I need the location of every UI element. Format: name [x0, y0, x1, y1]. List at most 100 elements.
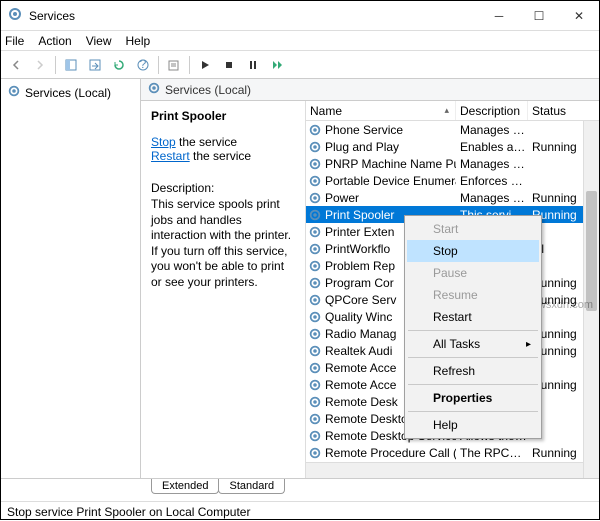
pane-header-label: Services (Local) — [165, 83, 251, 97]
gear-icon — [308, 344, 322, 358]
service-name-cell: PNRP Machine Name Publi... — [306, 157, 456, 171]
forward-button[interactable] — [29, 54, 51, 76]
show-hide-button[interactable] — [60, 54, 82, 76]
description-label: Description: — [151, 181, 295, 195]
gear-icon — [308, 412, 322, 426]
export-button[interactable] — [84, 54, 106, 76]
gear-icon — [147, 81, 161, 98]
service-name: Realtek Audi — [325, 344, 392, 358]
context-all-tasks[interactable]: All Tasks▸ — [407, 333, 539, 355]
column-description[interactable]: Description — [456, 101, 528, 120]
context-help[interactable]: Help — [407, 414, 539, 436]
service-name: PrintWorkflo — [325, 242, 390, 256]
tab-strip: Extended Standard — [1, 479, 599, 501]
context-refresh[interactable]: Refresh — [407, 360, 539, 382]
menu-action[interactable]: Action — [38, 34, 71, 48]
service-name: Remote Acce — [325, 361, 396, 375]
service-name-cell: Remote Procedure Call (RPC) — [306, 446, 456, 460]
gear-icon — [308, 242, 322, 256]
gear-icon — [308, 276, 322, 290]
service-name: Quality Winc — [325, 310, 392, 324]
service-name: Phone Service — [325, 123, 403, 137]
tree-item-label: Services (Local) — [25, 86, 111, 100]
service-name: PNRP Machine Name Publi... — [325, 157, 456, 171]
restart-service-line: Restart the service — [151, 149, 295, 163]
detail-title: Print Spooler — [151, 109, 295, 123]
gear-icon — [308, 174, 322, 188]
service-name: Remote Acce — [325, 378, 396, 392]
column-name[interactable]: Name▴ — [306, 101, 456, 120]
svg-text:?: ? — [140, 58, 147, 71]
restart-service-button[interactable] — [266, 54, 288, 76]
start-service-button[interactable] — [194, 54, 216, 76]
menu-view[interactable]: View — [86, 34, 112, 48]
gear-icon — [308, 361, 322, 375]
gear-icon — [308, 310, 322, 324]
service-row[interactable]: Remote Procedure Call (RPC)The RPCSS ...… — [306, 444, 599, 461]
titlebar: Services ─ ☐ ✕ — [1, 1, 599, 31]
service-desc: Enforces gr... — [456, 174, 528, 188]
service-name: Radio Manag — [325, 327, 396, 341]
column-status[interactable]: Status — [528, 101, 583, 120]
gear-icon — [308, 225, 322, 239]
service-desc: Manages p... — [456, 191, 528, 205]
gear-icon — [308, 191, 322, 205]
context-start: Start — [407, 218, 539, 240]
service-desc: Enables a c... — [456, 140, 528, 154]
context-properties[interactable]: Properties — [407, 387, 539, 409]
tab-extended[interactable]: Extended — [151, 479, 219, 494]
window-buttons: ─ ☐ ✕ — [479, 1, 599, 31]
description-text: This service spools print jobs and handl… — [151, 197, 295, 291]
service-name: Printer Exten — [325, 225, 394, 239]
statusbar: Stop service Print Spooler on Local Comp… — [1, 501, 599, 521]
service-row[interactable]: Power Manages p...Running — [306, 189, 599, 206]
service-name-cell: Portable Device Enumerator... — [306, 174, 456, 188]
minimize-button[interactable]: ─ — [479, 1, 519, 31]
gear-icon — [308, 123, 322, 137]
maximize-button[interactable]: ☐ — [519, 1, 559, 31]
menu-file[interactable]: File — [5, 34, 24, 48]
detail-pane: Print Spooler Stop the service Restart t… — [141, 101, 306, 478]
gear-icon — [308, 378, 322, 392]
back-button[interactable] — [5, 54, 27, 76]
service-name: Remote Procedure Call (RPC) — [325, 446, 456, 460]
stop-service-button[interactable] — [218, 54, 240, 76]
window-title: Services — [29, 9, 75, 23]
gear-icon — [7, 6, 23, 25]
help-button[interactable]: ? — [132, 54, 154, 76]
stop-link[interactable]: Stop — [151, 135, 176, 149]
tab-standard[interactable]: Standard — [218, 479, 285, 494]
service-desc: The RPCSS ... — [456, 446, 528, 460]
context-restart[interactable]: Restart — [407, 306, 539, 328]
service-name-cell: Plug and Play — [306, 140, 456, 154]
pause-service-button[interactable] — [242, 54, 264, 76]
restart-link[interactable]: Restart — [151, 149, 190, 163]
context-menu: Start Stop Pause Resume Restart All Task… — [404, 215, 542, 439]
list-header: Name▴ Description Status — [306, 101, 599, 121]
horizontal-scrollbar[interactable] — [306, 462, 583, 478]
stop-service-line: Stop the service — [151, 135, 295, 149]
service-desc: Manages th... — [456, 123, 528, 137]
gear-icon — [308, 157, 322, 171]
gear-icon — [308, 140, 322, 154]
gear-icon — [308, 327, 322, 341]
service-row[interactable]: Phone Service Manages th... — [306, 121, 599, 138]
context-stop[interactable]: Stop — [407, 240, 539, 262]
service-status: Running — [528, 191, 583, 205]
properties-button[interactable] — [163, 54, 185, 76]
watermark: wsxdn.com — [538, 299, 593, 311]
menu-help[interactable]: Help — [126, 34, 151, 48]
service-name: Remote Desk — [325, 395, 398, 409]
service-name: QPCore Serv — [325, 293, 396, 307]
gear-icon — [308, 395, 322, 409]
chevron-right-icon: ▸ — [526, 339, 531, 350]
scrollbar-thumb[interactable] — [586, 191, 597, 311]
refresh-button[interactable] — [108, 54, 130, 76]
service-name: Power — [325, 191, 359, 205]
service-name-cell: Phone Service — [306, 123, 456, 137]
close-button[interactable]: ✕ — [559, 1, 599, 31]
service-row[interactable]: Plug and PlayEnables a c...Running — [306, 138, 599, 155]
service-row[interactable]: PNRP Machine Name Publi...Manages p... — [306, 155, 599, 172]
service-row[interactable]: Portable Device Enumerator...Enforces gr… — [306, 172, 599, 189]
tree-item-services-local[interactable]: Services (Local) — [5, 83, 136, 102]
